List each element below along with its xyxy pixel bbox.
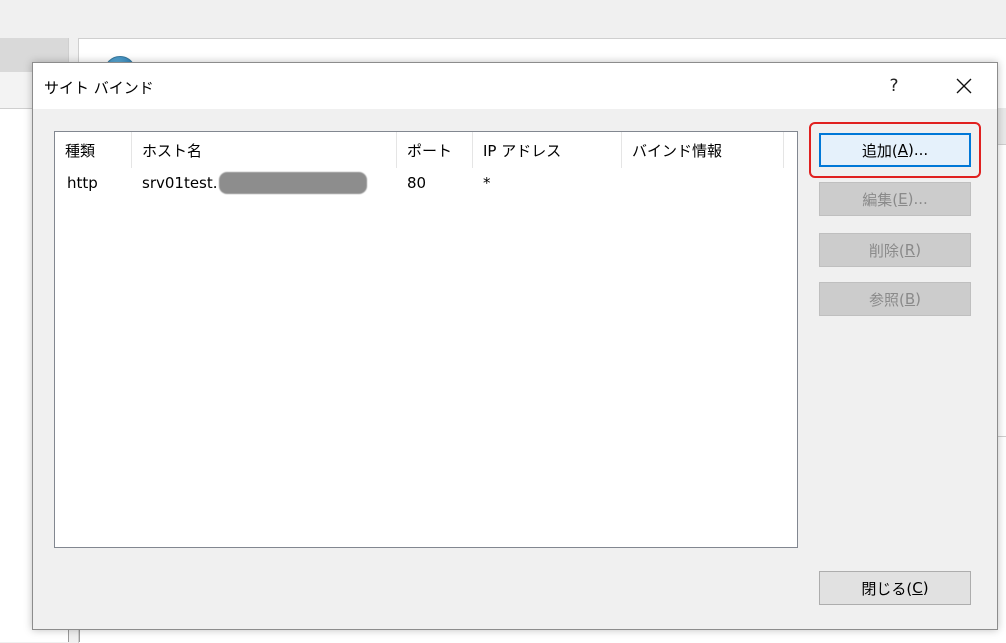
browse-button[interactable]: 参照(B) <box>819 282 971 316</box>
column-header-port[interactable]: ポート <box>397 132 473 168</box>
cell-host: srv01test. <box>142 170 367 196</box>
browse-button-suffix: ) <box>915 290 921 308</box>
close-window-button[interactable] <box>943 69 985 103</box>
browse-button-mnemonic: B <box>904 290 916 308</box>
site-bindings-dialog: サイト バインド ? 種類 ホスト名 ポート IP アドレス バインド情報 ht <box>32 62 998 630</box>
column-header-binding-info[interactable]: バインド情報 <box>622 132 784 168</box>
edit-button-suffix: )... <box>907 190 928 208</box>
dialog-title: サイト バインド <box>44 79 154 97</box>
add-button-label: 追加( <box>861 141 898 160</box>
column-header-label: ポート <box>407 141 453 160</box>
close-icon <box>956 78 972 94</box>
redacted-host-block <box>218 172 367 194</box>
help-button[interactable]: ? <box>879 69 909 103</box>
cell-type: http <box>67 174 98 192</box>
add-button[interactable]: 追加(A)... <box>819 133 971 167</box>
remove-button-suffix: ) <box>915 241 922 259</box>
remove-button-mnemonic: R <box>904 241 916 259</box>
close-button-mnemonic: C <box>912 579 923 597</box>
bindings-list[interactable]: 種類 ホスト名 ポート IP アドレス バインド情報 http srv01tes… <box>54 131 798 548</box>
column-header-label: 種類 <box>65 141 96 160</box>
edit-button-mnemonic: E <box>898 190 908 208</box>
column-header-type[interactable]: 種類 <box>55 132 132 168</box>
add-button-mnemonic: A <box>897 141 908 159</box>
close-button[interactable]: 閉じる(C) <box>819 571 971 605</box>
cell-ip: * <box>483 174 491 192</box>
column-header-ip[interactable]: IP アドレス <box>473 132 622 168</box>
host-text: srv01test. <box>142 174 218 192</box>
close-button-label: 閉じる( <box>861 579 913 598</box>
background-scroll-edge <box>68 628 80 642</box>
remove-button[interactable]: 削除(R) <box>819 233 971 267</box>
browse-button-label: 参照( <box>868 290 905 309</box>
column-header-label: ホスト名 <box>142 141 203 160</box>
background-toolbar <box>0 0 1006 38</box>
edit-button[interactable]: 編集(E)... <box>819 182 971 216</box>
column-header-host[interactable]: ホスト名 <box>132 132 397 168</box>
edit-button-label: 編集( <box>862 190 899 209</box>
add-button-suffix: )... <box>907 141 929 159</box>
remove-button-label: 削除( <box>868 241 905 260</box>
close-button-suffix: ) <box>922 579 929 597</box>
cell-port: 80 <box>407 174 427 192</box>
column-header-label: IP アドレス <box>483 141 562 160</box>
dialog-titlebar: サイト バインド ? <box>33 63 997 109</box>
column-header-label: バインド情報 <box>632 141 723 160</box>
help-label: ? <box>889 76 899 96</box>
